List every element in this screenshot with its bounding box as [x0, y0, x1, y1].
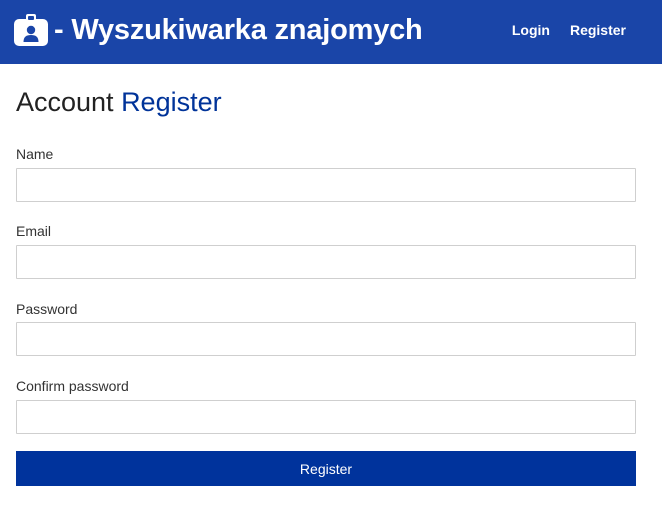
- nav-links: Login Register: [512, 0, 626, 60]
- password-label: Password: [16, 301, 78, 317]
- name-label: Name: [16, 146, 54, 162]
- name-input[interactable]: [16, 168, 636, 202]
- email-input[interactable]: [16, 245, 636, 279]
- page-title-prefix: Account: [16, 87, 122, 117]
- password-input[interactable]: [16, 322, 636, 356]
- register-button[interactable]: Register: [16, 451, 636, 486]
- brand-title: - Wyszukiwarka znajomych: [54, 14, 423, 46]
- nav-register-link[interactable]: Register: [570, 22, 626, 38]
- page-title-accent: Register: [121, 87, 222, 117]
- confirm-password-label: Confirm password: [16, 378, 129, 394]
- navbar: - Wyszukiwarka znajomych Login Register: [0, 0, 662, 64]
- id-badge-icon: [14, 14, 48, 46]
- confirm-password-input[interactable]: [16, 400, 636, 434]
- page-title: Account Register: [16, 84, 222, 120]
- email-label: Email: [16, 223, 52, 239]
- brand-link[interactable]: - Wyszukiwarka znajomych: [14, 12, 423, 48]
- nav-login-link[interactable]: Login: [512, 22, 550, 38]
